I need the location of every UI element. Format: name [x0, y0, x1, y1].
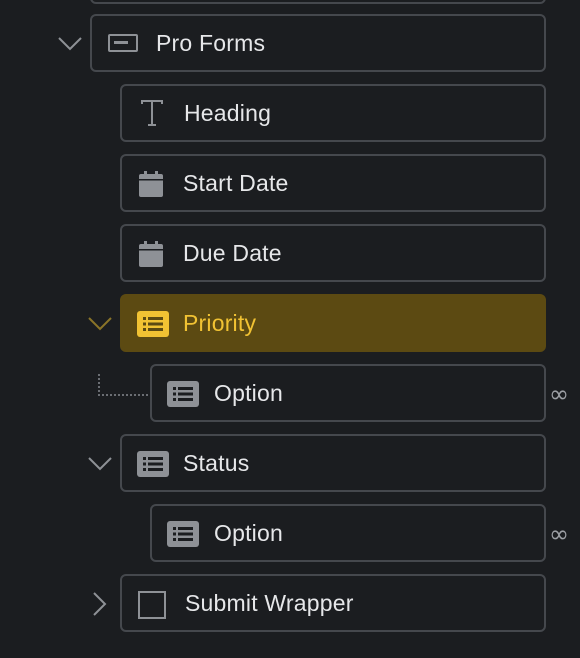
- tree-row-label: Start Date: [183, 169, 289, 196]
- tree-row-label: Option: [214, 379, 283, 406]
- chevron-right-icon: [93, 592, 107, 616]
- tree-row-label: Status: [183, 449, 250, 476]
- tree-row-submit-wrapper[interactable]: Submit Wrapper: [120, 574, 546, 632]
- structure-tree: Pro Forms Heading Start Date Due Date Pr…: [0, 0, 580, 658]
- chevron-down-icon: [58, 37, 82, 51]
- tree-row-priority-option[interactable]: Option: [150, 364, 546, 422]
- tree-row-partial[interactable]: [90, 0, 546, 4]
- calendar-icon: [138, 170, 164, 198]
- infinite-loop-icon[interactable]: ∞: [549, 382, 569, 406]
- tree-row-label: Option: [214, 519, 283, 546]
- tree-row-label: Due Date: [183, 239, 282, 266]
- expand-submit-wrapper-toggle[interactable]: [87, 591, 113, 617]
- tree-row-status[interactable]: Status: [120, 434, 546, 492]
- tree-row-due-date[interactable]: Due Date: [120, 224, 546, 282]
- collapse-status-toggle[interactable]: [87, 451, 113, 477]
- chevron-down-icon: [88, 457, 112, 471]
- infinite-loop-icon[interactable]: ∞: [549, 522, 569, 546]
- calendar-icon: [138, 240, 164, 268]
- tree-connector-line: [98, 374, 152, 396]
- tree-row-label: Priority: [183, 309, 257, 336]
- text-icon: [140, 99, 164, 127]
- tree-row-start-date[interactable]: Start Date: [120, 154, 546, 212]
- form-icon: [108, 32, 138, 54]
- chevron-down-icon: [88, 317, 112, 331]
- checkbox-icon: [138, 591, 166, 619]
- tree-row-label: Heading: [184, 99, 272, 126]
- tree-row-status-option[interactable]: Option: [150, 504, 546, 562]
- tree-row-priority[interactable]: Priority: [120, 294, 546, 352]
- list-icon: [137, 311, 169, 337]
- list-icon: [137, 451, 169, 477]
- collapse-priority-toggle[interactable]: [87, 311, 113, 337]
- list-icon: [167, 381, 199, 407]
- tree-row-heading[interactable]: Heading: [120, 84, 546, 142]
- list-icon: [167, 521, 199, 547]
- collapse-pro-forms-toggle[interactable]: [57, 31, 83, 57]
- tree-row-pro-forms[interactable]: Pro Forms: [90, 14, 546, 72]
- tree-row-label: Pro Forms: [156, 29, 266, 56]
- tree-row-label: Submit Wrapper: [185, 589, 354, 616]
